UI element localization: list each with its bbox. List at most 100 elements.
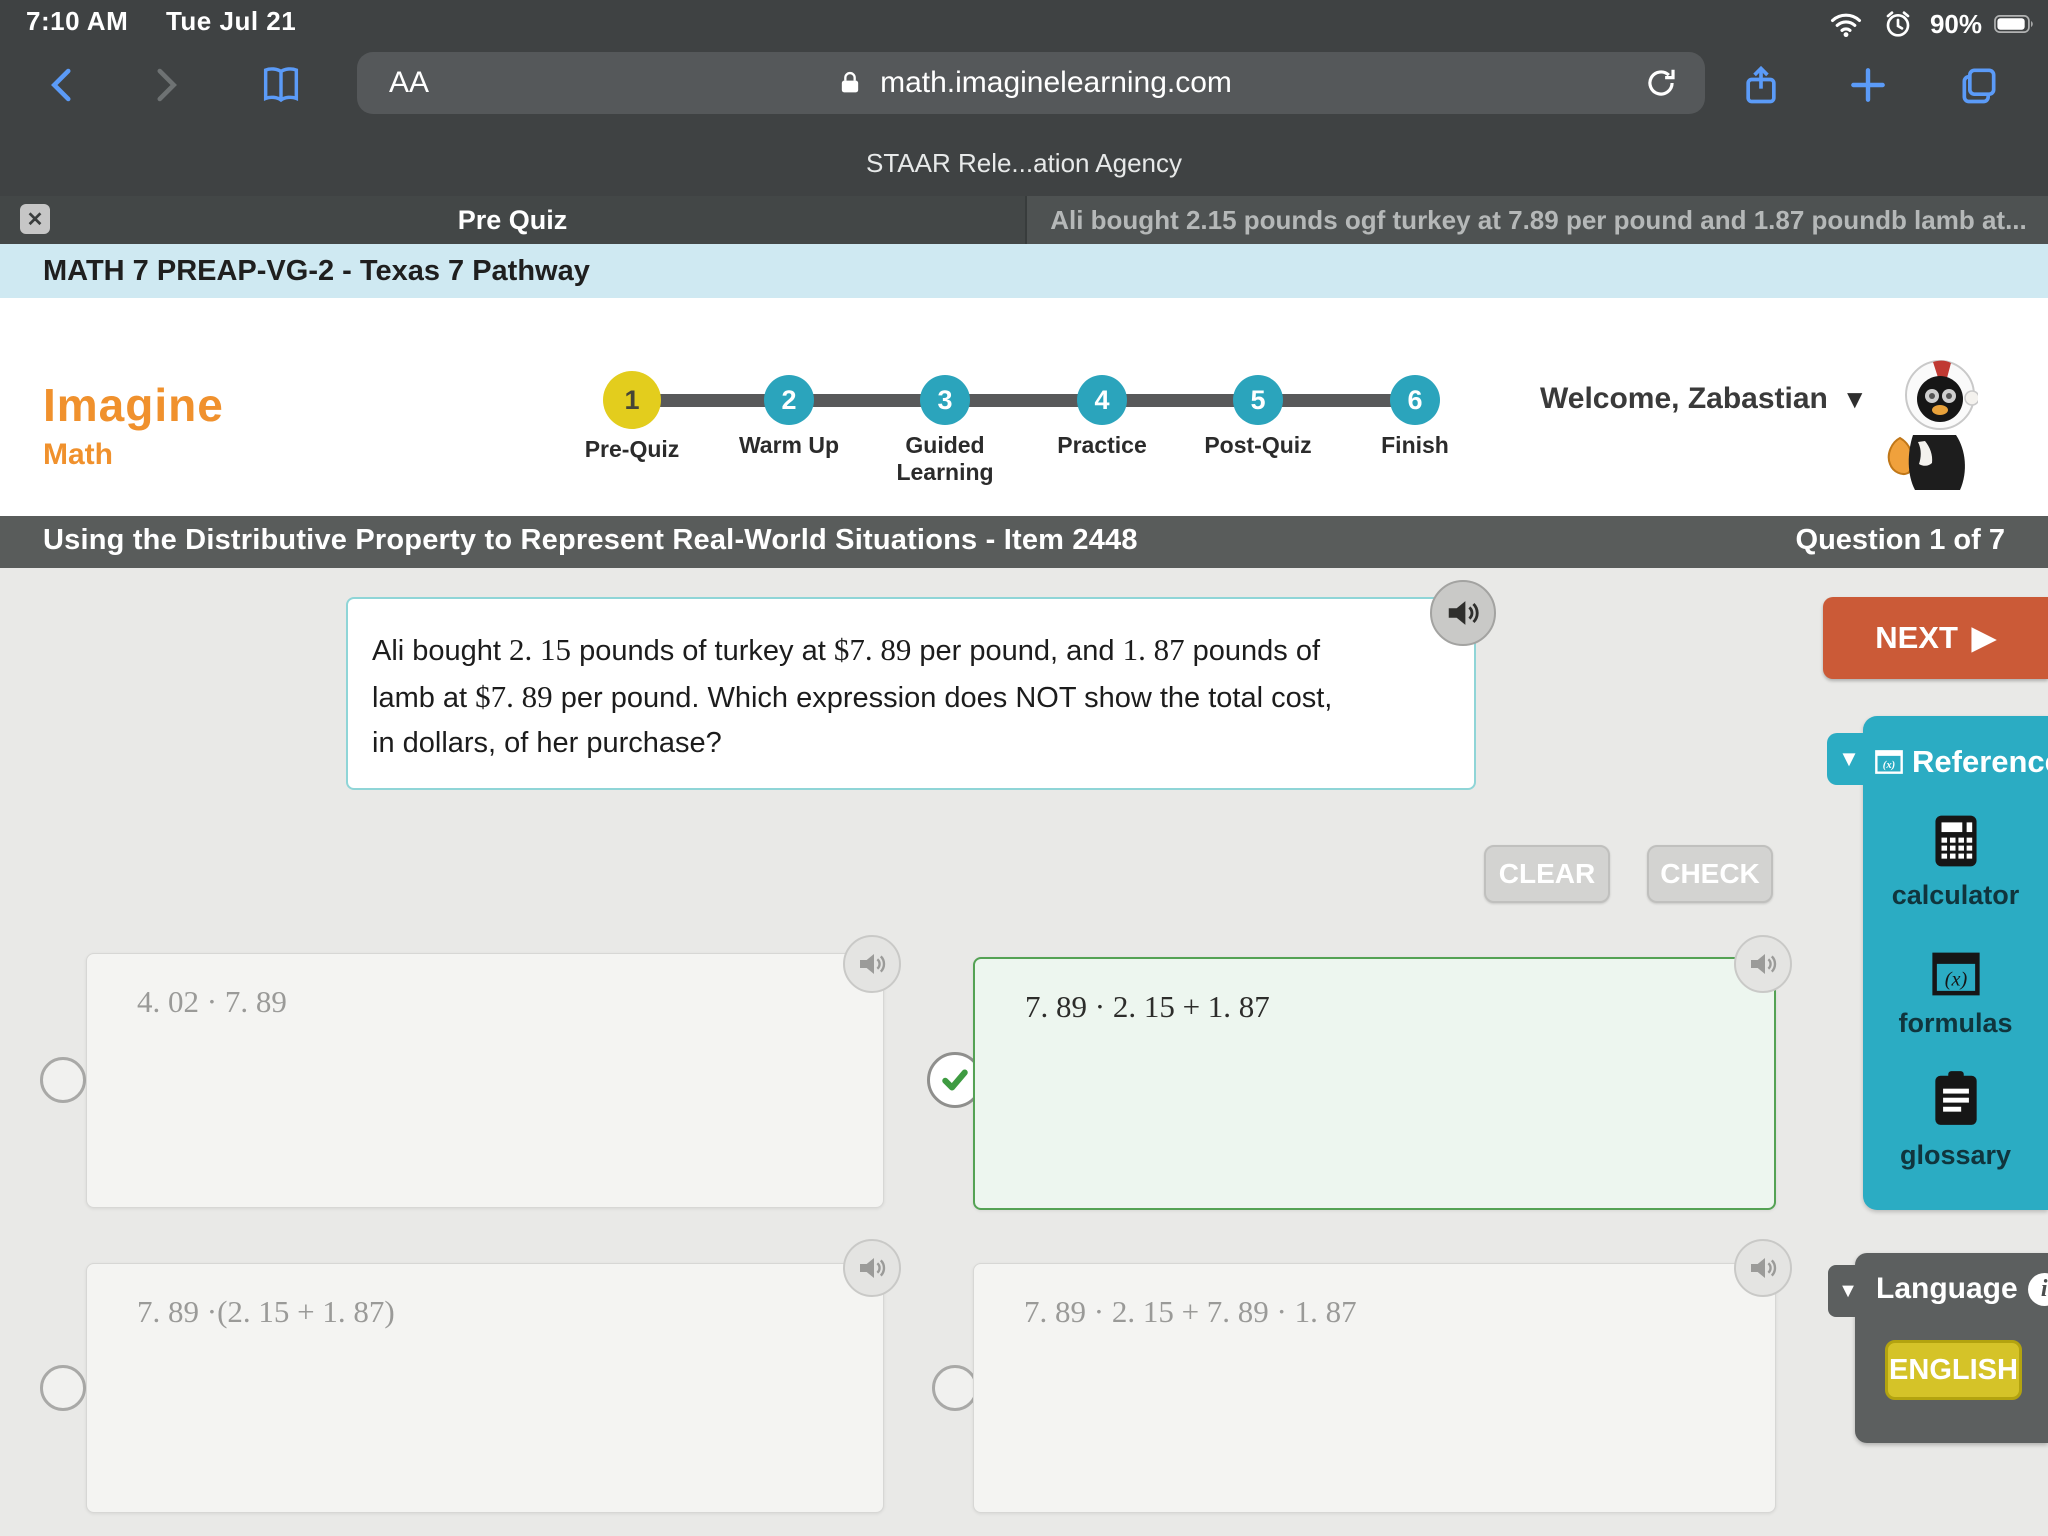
tabs-button[interactable] xyxy=(1956,62,2002,108)
step-label: Pre-Quiz xyxy=(547,436,717,463)
option-expression: 7. 89 · 2. 15 + 1. 87 xyxy=(1025,989,1270,1025)
reference-title: Reference xyxy=(1912,744,2048,780)
lock-icon xyxy=(830,63,870,103)
reference-item-label[interactable]: calculator xyxy=(1863,880,2048,911)
forward-button[interactable] xyxy=(142,62,188,108)
next-arrow-icon: ▶ xyxy=(1972,620,1996,656)
answer-option-card[interactable]: 7. 89 · 2. 15 + 7. 89 · 1. 87 xyxy=(973,1263,1776,1513)
question-text-segment: per pound. Which expression does NOT sho… xyxy=(553,682,1333,714)
step-label: Post-Quiz xyxy=(1173,432,1343,459)
step-number[interactable]: 6 xyxy=(1390,375,1440,425)
url-text: math.imaginelearning.com xyxy=(880,66,1232,100)
reading-list-icon[interactable] xyxy=(258,62,304,108)
question-math-value: 2. 15 xyxy=(509,632,571,667)
step-number[interactable]: 4 xyxy=(1077,375,1127,425)
status-bar: 7:10 AM Tue Jul 21 90% xyxy=(0,0,2048,39)
course-banner-label: MATH 7 PREAP-VG-2 - Texas 7 Pathway xyxy=(43,255,590,288)
clear-button-label: CLEAR xyxy=(1499,858,1595,890)
reference-icon: (x) xyxy=(1872,745,1906,779)
reference-item-label[interactable]: glossary xyxy=(1863,1140,2048,1171)
reference-caret-icon: ▼ xyxy=(1838,746,1860,772)
tab-bar: ✕ Pre Quiz Ali bought 2.15 pounds ogf tu… xyxy=(0,196,2048,244)
step-number[interactable]: 5 xyxy=(1233,375,1283,425)
clear-button[interactable]: CLEAR xyxy=(1484,845,1610,903)
progress-step-finish: 6 Finish xyxy=(1330,375,1500,459)
question-math-value: 1. 87 xyxy=(1123,632,1185,667)
question-text-segment: Ali bought xyxy=(372,635,509,667)
back-button[interactable] xyxy=(40,62,86,108)
step-label: Guided Learning xyxy=(860,432,1030,486)
reload-button[interactable] xyxy=(1641,63,1681,103)
answer-option-card[interactable]: 4. 02 · 7. 89 xyxy=(86,953,884,1208)
question-counter: Question 1 of 7 xyxy=(1796,524,2005,557)
reference-collapse-button[interactable]: ▼ xyxy=(1827,733,1871,785)
option-audio-button[interactable] xyxy=(843,935,901,993)
language-caret-icon: ▼ xyxy=(1838,1280,1858,1303)
calculator-icon[interactable] xyxy=(1863,812,2048,870)
step-label: Practice xyxy=(1017,432,1187,459)
language-info-icon[interactable]: i xyxy=(2028,1273,2048,1306)
progress-step-practice: 4 Practice xyxy=(1017,375,1187,459)
screen: 7:10 AM Tue Jul 21 90% xyxy=(0,0,2048,1536)
option-radio[interactable] xyxy=(40,1365,86,1411)
question-text-segment: in dollars, of her purchase? xyxy=(372,727,722,759)
question-math-value: $7. 89 xyxy=(475,679,553,714)
svg-text:(x): (x) xyxy=(1944,968,1967,990)
next-button[interactable]: NEXT ▶ xyxy=(1823,597,2048,679)
tab-pre-quiz[interactable]: ✕ Pre Quiz xyxy=(0,196,1025,244)
step-number[interactable]: 1 xyxy=(603,371,661,429)
answer-option-card[interactable]: 7. 89 · 2. 15 + 1. 87 xyxy=(973,957,1776,1210)
answer-option-card[interactable]: 7. 89 ·(2. 15 + 1. 87) xyxy=(86,1263,884,1513)
imagine-logo-math: Math xyxy=(43,438,113,472)
progress-step-guided-learning: 3 Guided Learning xyxy=(860,375,1030,486)
url-bar[interactable]: AA math.imaginelearning.com xyxy=(357,52,1705,114)
option-radio[interactable] xyxy=(40,1057,86,1103)
reference-item-label[interactable]: formulas xyxy=(1863,1008,2048,1039)
option-expression: 4. 02 · 7. 89 xyxy=(137,984,287,1020)
welcome-label: Welcome, Zabastian xyxy=(1540,382,1828,416)
option-expression: 7. 89 · 2. 15 + 7. 89 · 1. 87 xyxy=(1024,1294,1357,1330)
new-tab-button[interactable] xyxy=(1845,62,1891,108)
close-tab-icon[interactable]: ✕ xyxy=(20,204,50,234)
reference-header: (x) Reference xyxy=(1872,744,2048,780)
question-audio-button[interactable] xyxy=(1430,580,1496,646)
step-number[interactable]: 3 xyxy=(920,375,970,425)
formulas-icon[interactable]: (x) xyxy=(1863,947,2048,1001)
question-text-segment: pounds of turkey at xyxy=(571,635,834,667)
battery-percent: 90% xyxy=(1930,9,1982,40)
tab-question-preview[interactable]: Ali bought 2.15 pounds ogf turkey at 7.8… xyxy=(1025,196,2048,244)
option-audio-button[interactable] xyxy=(1734,1239,1792,1297)
progress-step-warm-up: 2 Warm Up xyxy=(704,375,874,459)
share-button[interactable] xyxy=(1738,62,1784,108)
language-english-button[interactable]: ENGLISH xyxy=(1885,1340,2022,1400)
check-button-label: CHECK xyxy=(1660,858,1760,890)
user-menu-caret-icon: ▼ xyxy=(1842,384,1868,415)
page-suggestion-text: STAAR Rele...ation Agency xyxy=(0,130,2048,196)
language-collapse-button[interactable]: ▼ xyxy=(1828,1265,1868,1317)
lesson-title-bar: Using the Distributive Property to Repre… xyxy=(0,516,2048,568)
language-title: Language xyxy=(1876,1272,2018,1306)
step-number[interactable]: 2 xyxy=(764,375,814,425)
user-menu[interactable]: Welcome, Zabastian ▼ xyxy=(1540,382,1868,416)
language-header: Language i xyxy=(1876,1272,2048,1306)
imagine-logo: Imagine xyxy=(43,378,224,432)
option-audio-button[interactable] xyxy=(1734,935,1792,993)
question-text-segment: pounds of xyxy=(1185,635,1320,667)
svg-text:(x): (x) xyxy=(1883,760,1895,771)
option-audio-button[interactable] xyxy=(843,1239,901,1297)
avatar[interactable] xyxy=(1878,350,1978,500)
glossary-icon[interactable] xyxy=(1863,1068,2048,1130)
app-header: Imagine Math Welcome, Zabastian ▼ 1 Pre-Q… xyxy=(0,298,2048,516)
progress-step-post-quiz: 5 Post-Quiz xyxy=(1173,375,1343,459)
status-date: Tue Jul 21 xyxy=(166,6,296,36)
question-text-segment: lamb at xyxy=(372,682,475,714)
option-radio[interactable] xyxy=(932,1365,978,1411)
option-expression: 7. 89 ·(2. 15 + 1. 87) xyxy=(137,1294,395,1330)
step-label: Finish xyxy=(1330,432,1500,459)
step-label: Warm Up xyxy=(704,432,874,459)
question-card: Ali bought 2. 15 pounds of turkey at $7.… xyxy=(346,597,1476,790)
lesson-title: Using the Distributive Property to Repre… xyxy=(43,524,1138,557)
battery-icon xyxy=(1994,4,2034,44)
question-math-value: $7. 89 xyxy=(834,632,912,667)
check-button[interactable]: CHECK xyxy=(1647,845,1773,903)
